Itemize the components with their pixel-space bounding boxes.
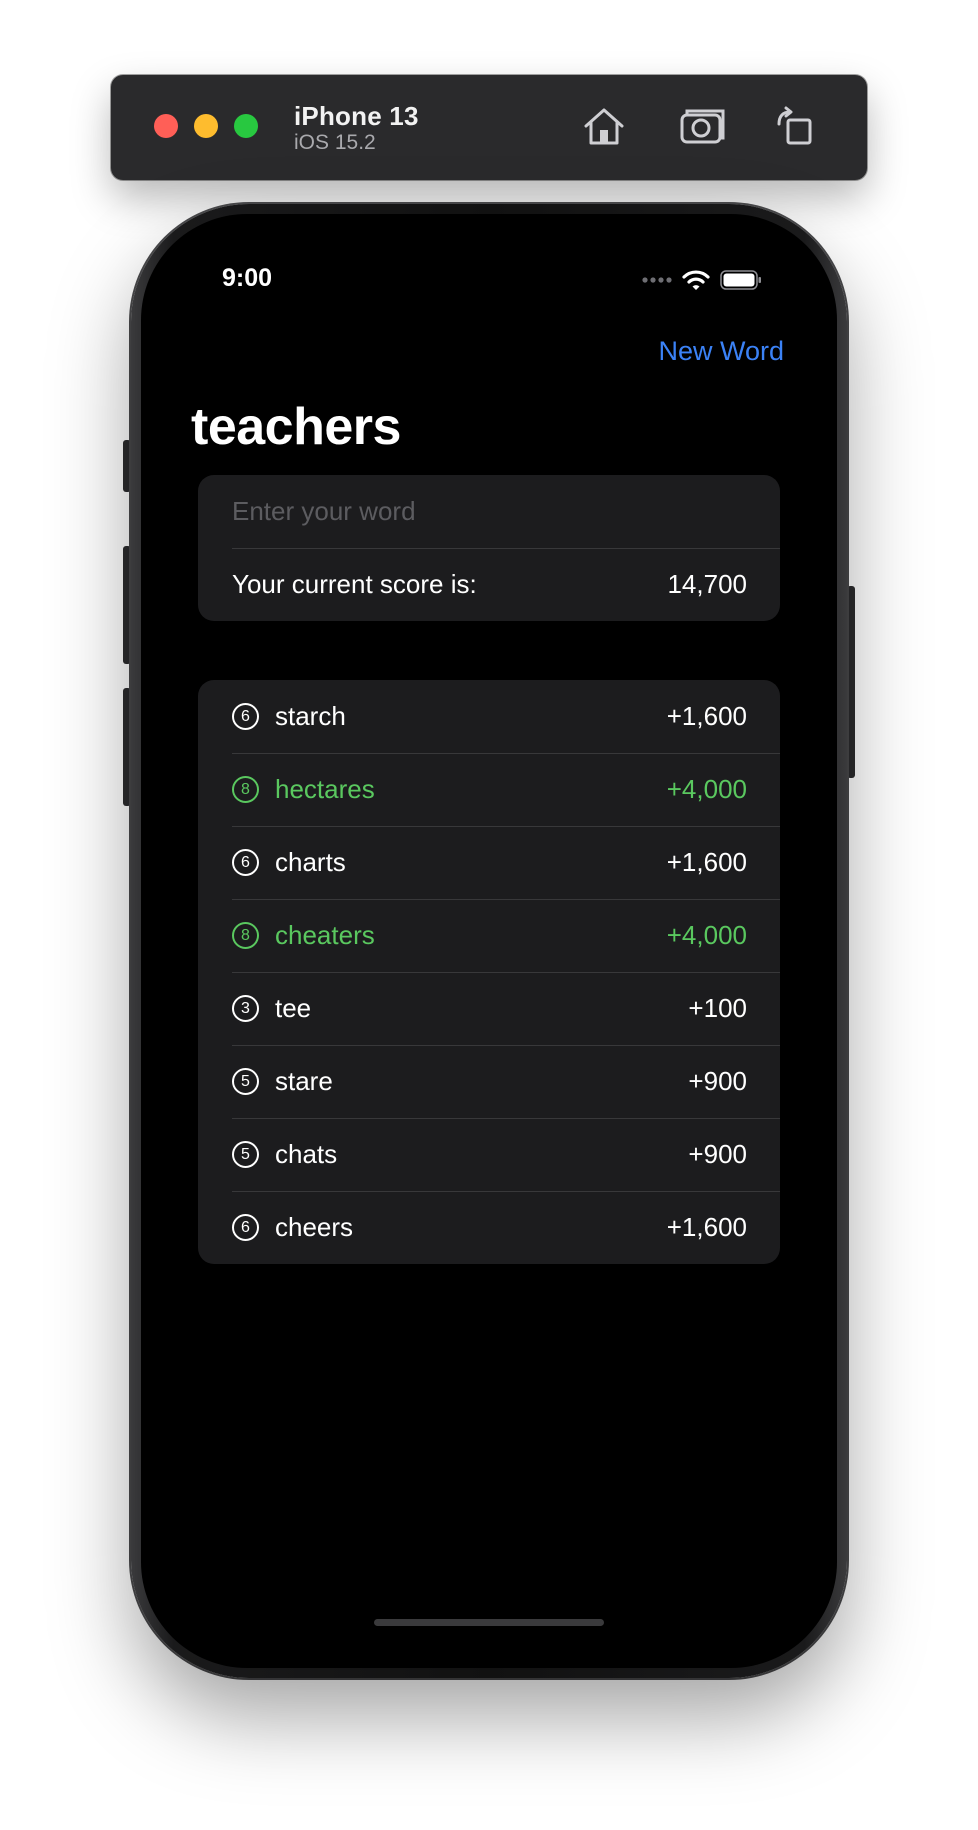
word-points: +4,000 xyxy=(666,920,747,950)
word-input-row[interactable] xyxy=(198,475,780,548)
list-item: 8 cheaters +4,000 xyxy=(198,899,780,972)
device-name: iPhone 13 xyxy=(294,101,419,131)
page-title: teachers xyxy=(191,398,401,456)
close-window-button[interactable] xyxy=(154,114,178,138)
new-word-button[interactable]: New Word xyxy=(658,336,784,367)
list-item: 6 starch +1,600 xyxy=(198,680,780,753)
zoom-window-button[interactable] xyxy=(234,114,258,138)
word-points: +900 xyxy=(688,1139,747,1169)
word-text: chats xyxy=(275,1139,338,1169)
word-points: +100 xyxy=(688,993,747,1023)
home-button[interactable] xyxy=(580,104,628,148)
status-icons xyxy=(642,269,762,291)
home-indicator[interactable] xyxy=(374,1619,604,1626)
word-text: tee xyxy=(275,993,312,1023)
volume-up-button xyxy=(123,546,131,664)
status-time: 9:00 xyxy=(222,264,273,292)
signal-dots-icon xyxy=(642,277,672,283)
volume-down-button xyxy=(123,688,131,806)
word-text: stare xyxy=(275,1066,333,1096)
input-group: Your current score is: 14,700 xyxy=(198,475,780,621)
word-points: +900 xyxy=(688,1066,747,1096)
word-length-badge-icon: 5 xyxy=(232,1141,259,1168)
score-value: 14,700 xyxy=(667,569,747,599)
word-text: starch xyxy=(275,701,346,731)
word-length-badge-icon: 8 xyxy=(232,776,259,803)
word-length-badge-icon: 6 xyxy=(232,1214,259,1241)
os-version: iOS 15.2 xyxy=(294,131,376,154)
word-text: charts xyxy=(275,847,346,877)
rotate-icon xyxy=(777,106,812,145)
score-row: Your current score is: 14,700 xyxy=(198,548,780,621)
screenshot-button[interactable] xyxy=(679,104,727,148)
camera-icon xyxy=(680,109,725,144)
word-text: cheaters xyxy=(275,920,375,950)
list-item: 8 hectares +4,000 xyxy=(198,753,780,826)
battery-icon xyxy=(720,270,761,290)
word-points: +4,000 xyxy=(666,774,747,804)
wifi-icon xyxy=(682,270,710,290)
word-length-badge-icon: 6 xyxy=(232,703,259,730)
word-text: hectares xyxy=(275,774,375,804)
simulator-window: iPhone 13 iOS 15.2 9:00 New Word teacher… xyxy=(0,0,978,1830)
word-input[interactable] xyxy=(232,496,747,527)
word-length-badge-icon: 6 xyxy=(232,849,259,876)
list-item: 5 chats +900 xyxy=(198,1118,780,1191)
mute-switch xyxy=(123,440,131,492)
word-text: cheers xyxy=(275,1212,354,1242)
power-button xyxy=(847,586,855,778)
home-icon xyxy=(584,108,624,145)
word-points: +1,600 xyxy=(666,701,747,731)
word-length-badge-icon: 8 xyxy=(232,922,259,949)
list-item: 6 cheers +1,600 xyxy=(198,1191,780,1264)
used-words-list: 6 starch +1,600 8 hectares +4,000 6 char… xyxy=(198,680,780,1264)
score-label: Your current score is: xyxy=(232,569,477,599)
rotate-button[interactable] xyxy=(770,104,818,148)
list-item: 6 charts +1,600 xyxy=(198,826,780,899)
word-length-badge-icon: 5 xyxy=(232,1068,259,1095)
list-item: 5 stare +900 xyxy=(198,1045,780,1118)
word-points: +1,600 xyxy=(666,1212,747,1242)
phone-screen: 9:00 New Word teachers Enter your word Y… xyxy=(141,214,837,1668)
list-item: 3 tee +100 xyxy=(198,972,780,1045)
minimize-window-button[interactable] xyxy=(194,114,218,138)
simulator-toolbar xyxy=(111,75,867,180)
word-points: +1,600 xyxy=(666,847,747,877)
word-length-badge-icon: 3 xyxy=(232,995,259,1022)
